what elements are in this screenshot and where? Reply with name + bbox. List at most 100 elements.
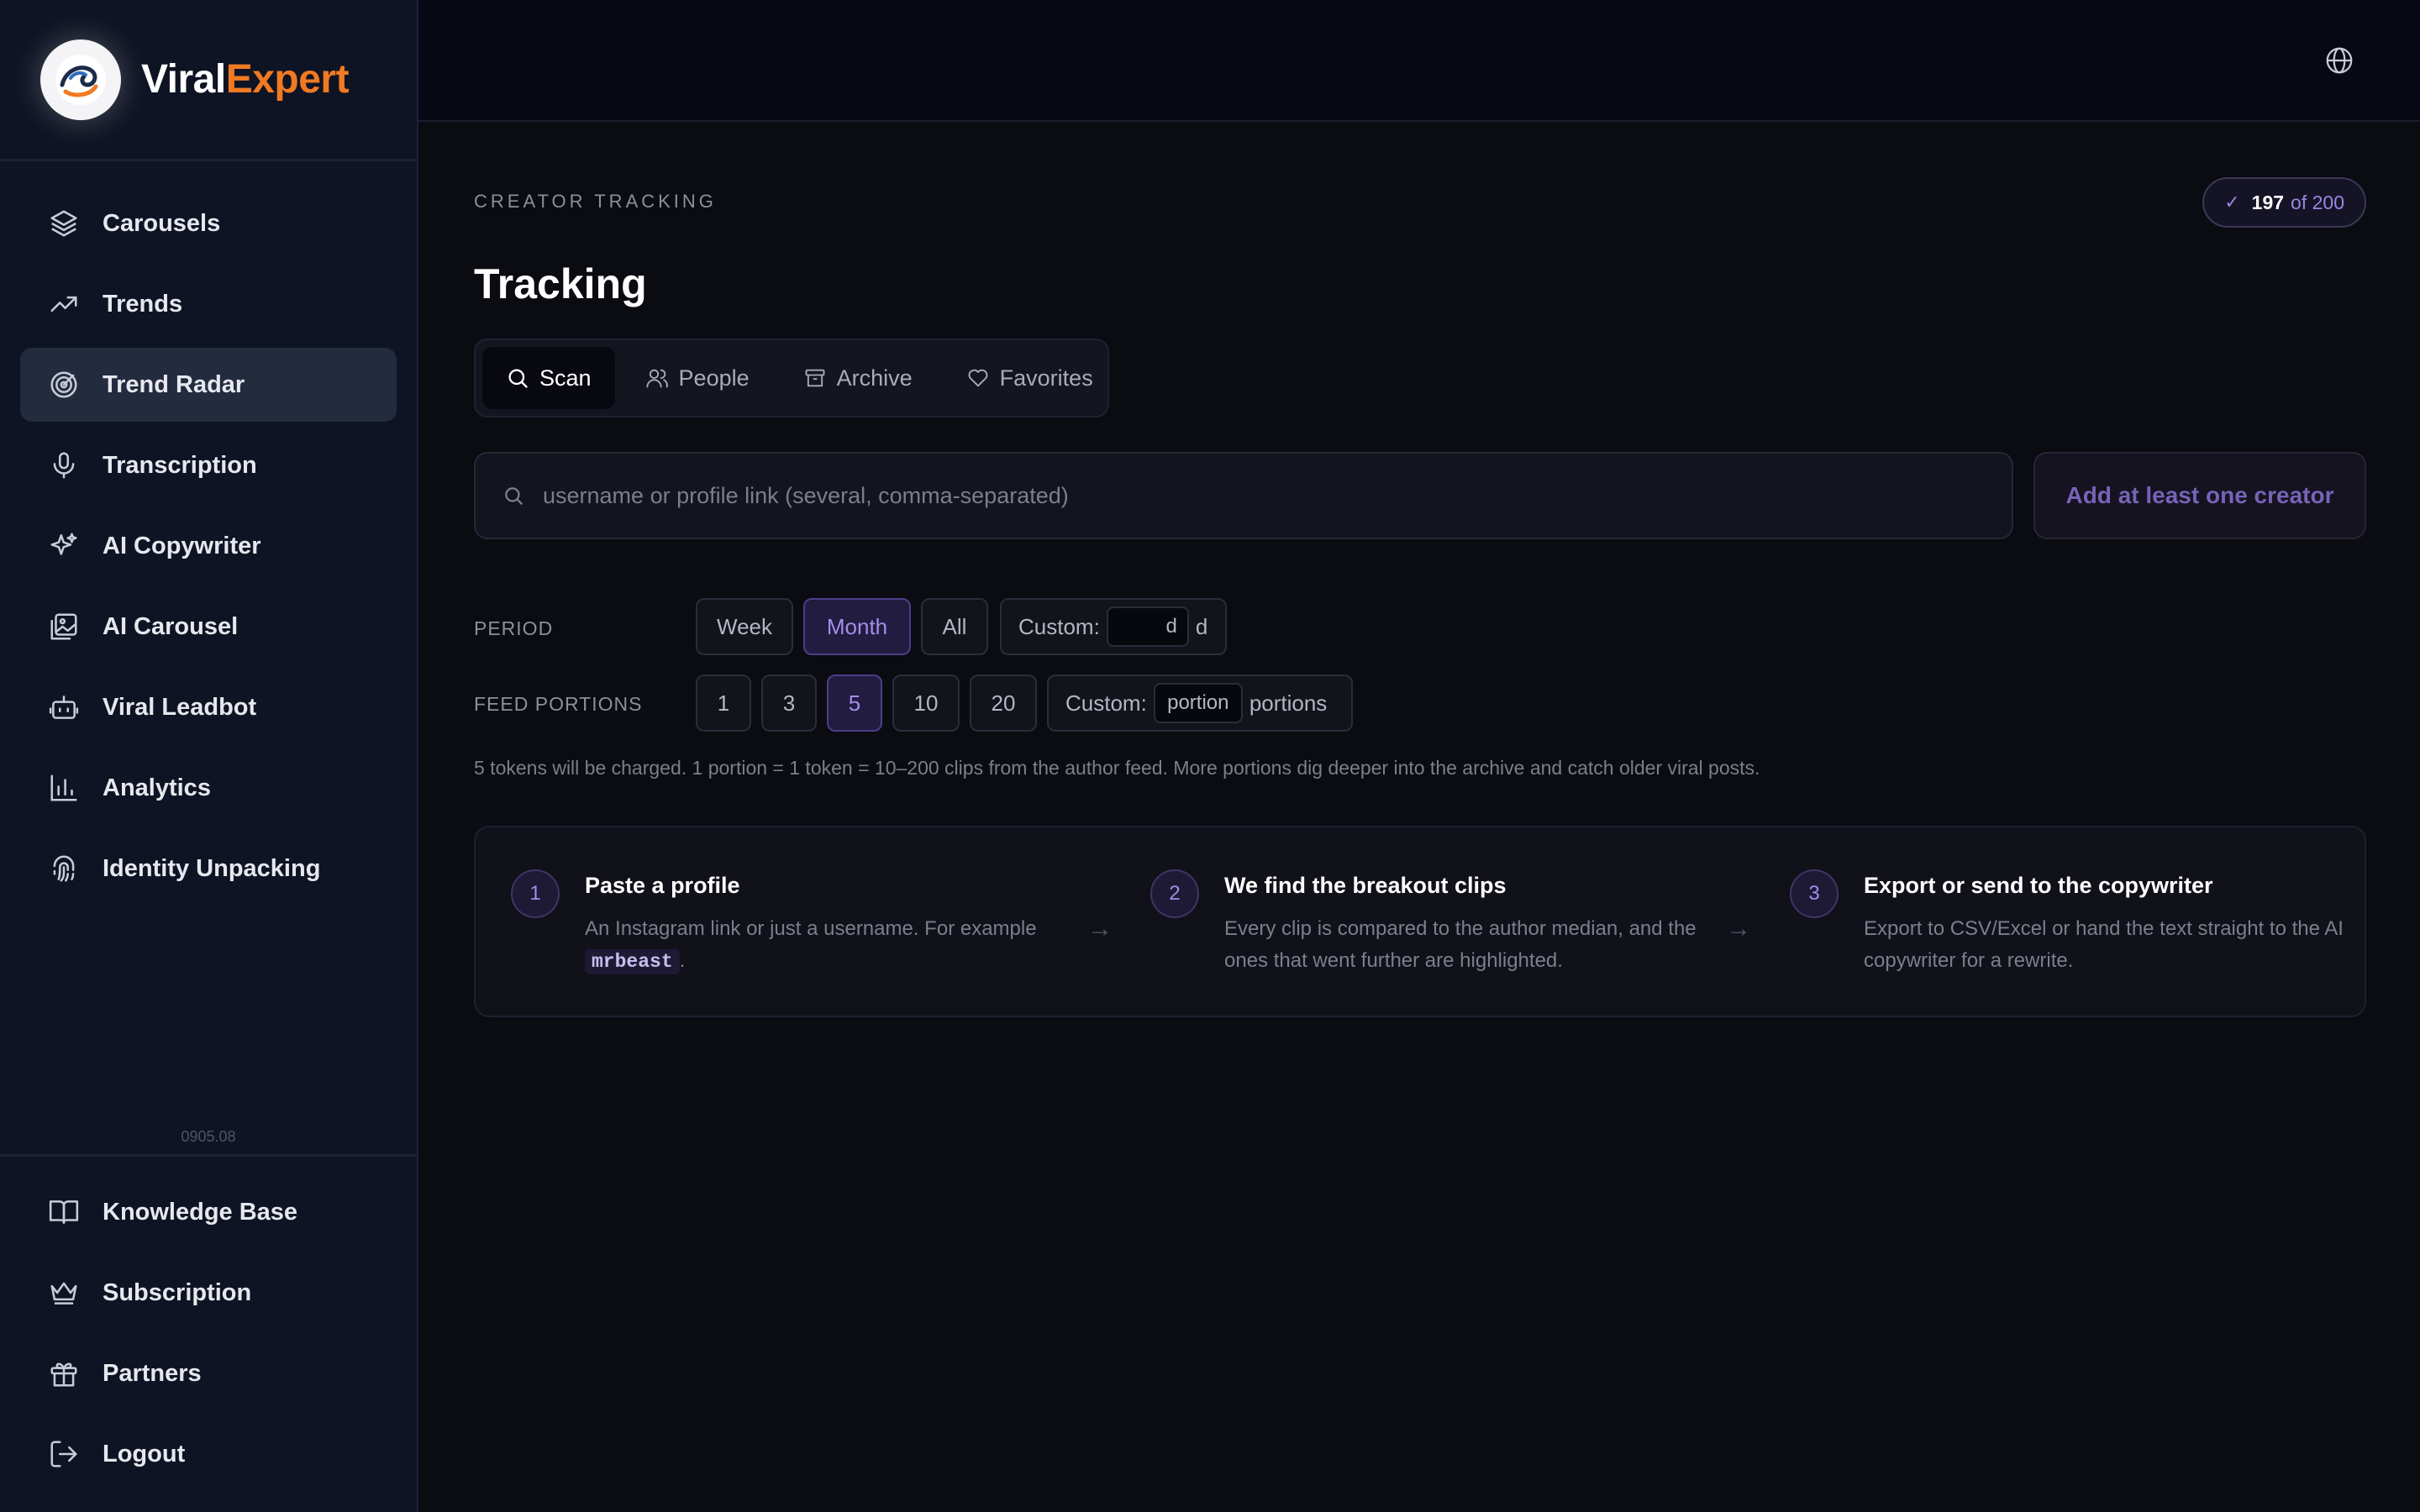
feed-portion-3-button[interactable]: 3: [761, 675, 817, 732]
feed-portion-1-button[interactable]: 1: [696, 675, 751, 732]
sidebar-item-identity-unpacking[interactable]: Identity Unpacking: [20, 832, 397, 906]
sidebar-item-logout[interactable]: Logout: [20, 1417, 397, 1491]
feed-custom-label: Custom:: [1065, 690, 1147, 716]
layers-icon: [47, 207, 81, 240]
sidebar-item-trends[interactable]: Trends: [20, 267, 397, 341]
sidebar-item-label: Subscription: [103, 1278, 252, 1306]
sidebar-item-label: Identity Unpacking: [103, 854, 321, 882]
sidebar-item-label: Logout: [103, 1440, 186, 1467]
period-week-button[interactable]: Week: [696, 598, 793, 655]
sidebar-nav: Carousels Trends Trend Radar Transcripti…: [0, 186, 417, 912]
heart-icon: [968, 369, 988, 387]
archive-icon: [805, 369, 825, 387]
brand-name-part2: Expert: [225, 57, 350, 102]
token-quota-badge: ✓ 197 of 200: [2202, 177, 2366, 228]
arrow-right-icon: →: [1726, 915, 1751, 942]
microphone-icon: [47, 449, 81, 482]
sidebar-item-transcription[interactable]: Transcription: [20, 428, 397, 502]
arrow-right-icon: →: [1087, 915, 1113, 942]
creator-search-input[interactable]: [543, 482, 2012, 509]
feed-portion-20-button[interactable]: 20: [970, 675, 1037, 732]
logo-icon: [40, 39, 121, 120]
brand-name-part1: Viral: [141, 57, 226, 102]
sidebar-item-knowledge-base[interactable]: Knowledge Base: [20, 1175, 397, 1249]
sidebar-bottom-nav: Knowledge Base Subscription Partners Log…: [0, 1154, 417, 1498]
tab-label: Favorites: [999, 365, 1093, 391]
sidebar-item-trend-radar[interactable]: Trend Radar: [20, 348, 397, 422]
trending-up-icon: [47, 287, 81, 321]
search-icon: [505, 487, 523, 505]
tab-label: People: [678, 365, 750, 391]
feed-custom-input[interactable]: portion: [1153, 683, 1243, 723]
feed-custom-unit: portions: [1249, 690, 1328, 716]
brand-name: ViralExpert: [141, 56, 350, 102]
step-title: Paste a profile: [585, 873, 740, 898]
step-text-after: .: [679, 949, 686, 972]
sidebar-item-label: AI Copywriter: [103, 532, 261, 559]
sidebar-item-label: Transcription: [103, 451, 257, 479]
period-custom-group: Custom: d d: [1000, 598, 1227, 655]
brand[interactable]: ViralExpert: [0, 0, 417, 161]
period-label: PERIOD: [474, 617, 554, 639]
creator-search-field[interactable]: [474, 452, 2013, 539]
sidebar: ViralExpert Carousels Trends Trend Radar…: [0, 0, 418, 1512]
period-month-button[interactable]: Month: [803, 598, 911, 655]
language-globe-icon[interactable]: [2324, 45, 2354, 76]
feed-portion-10-button[interactable]: 10: [892, 675, 960, 732]
top-bar: [418, 0, 2420, 122]
quota-used: 197: [2251, 191, 2285, 213]
sidebar-item-label: AI Carousel: [103, 612, 239, 640]
app-version: 0905.08: [181, 1128, 236, 1145]
tab-scan[interactable]: Scan: [482, 347, 615, 409]
radar-icon: [47, 368, 81, 402]
period-all-button[interactable]: All: [921, 598, 988, 655]
step-number: 1: [511, 869, 560, 918]
bar-chart-icon: [47, 771, 81, 805]
step-number: 3: [1790, 869, 1839, 918]
step-description: Every clip is compared to the author med…: [1224, 917, 1697, 972]
sidebar-item-label: Viral Leadbot: [103, 693, 257, 721]
sidebar-item-analytics[interactable]: Analytics: [20, 751, 397, 825]
sidebar-item-label: Trends: [103, 290, 183, 318]
check-icon: ✓: [2224, 192, 2240, 213]
quota-total: of 200: [2291, 191, 2344, 213]
crown-icon: [47, 1276, 81, 1310]
search-icon: [508, 369, 528, 388]
sidebar-item-carousels[interactable]: Carousels: [20, 186, 397, 260]
book-icon: [47, 1195, 81, 1229]
period-custom-label: Custom:: [1018, 613, 1100, 639]
sidebar-item-subscription[interactable]: Subscription: [20, 1256, 397, 1330]
token-cost-note: 5 tokens will be charged. 1 portion = 1 …: [474, 757, 1760, 779]
sidebar-item-partners[interactable]: Partners: [20, 1336, 397, 1410]
sidebar-item-viral-leadbot[interactable]: Viral Leadbot: [20, 670, 397, 744]
feed-portion-5-button[interactable]: 5: [827, 675, 882, 732]
period-custom-unit: d: [1195, 613, 1208, 639]
step-title: We find the breakout clips: [1224, 873, 1507, 898]
example-username: mrbeast: [585, 949, 680, 974]
fingerprint-icon: [47, 852, 81, 885]
period-custom-input[interactable]: d: [1106, 606, 1189, 647]
gift-icon: [47, 1357, 81, 1390]
sidebar-item-ai-carousel[interactable]: AI Carousel: [20, 590, 397, 664]
sidebar-item-label: Knowledge Base: [103, 1198, 298, 1226]
logout-icon: [47, 1437, 81, 1471]
sidebar-item-label: Partners: [103, 1359, 202, 1387]
tab-people[interactable]: People: [622, 347, 773, 409]
step-number: 2: [1150, 869, 1199, 918]
page-title: Tracking: [474, 260, 647, 307]
tab-label: Archive: [836, 365, 913, 391]
tab-favorites[interactable]: Favorites: [943, 347, 1117, 409]
how-it-works-card: 1 Paste a profile An Instagram link or j…: [474, 826, 2366, 1017]
feed-custom-group: Custom: portion portions: [1047, 675, 1353, 732]
image-stack-icon: [47, 610, 81, 643]
users-icon: [645, 369, 668, 388]
sidebar-item-ai-copywriter[interactable]: AI Copywriter: [20, 509, 397, 583]
tab-bar: Scan People Archive Favorites: [474, 339, 1109, 417]
step-title: Export or send to the copywriter: [1864, 873, 2213, 898]
tab-archive[interactable]: Archive: [780, 347, 936, 409]
tab-label: Scan: [539, 365, 592, 391]
page-eyebrow: CREATOR TRACKING: [474, 191, 717, 212]
sidebar-item-label: Carousels: [103, 209, 221, 237]
add-creator-button[interactable]: Add at least one creator: [2033, 452, 2366, 539]
sparkles-icon: [47, 529, 81, 563]
